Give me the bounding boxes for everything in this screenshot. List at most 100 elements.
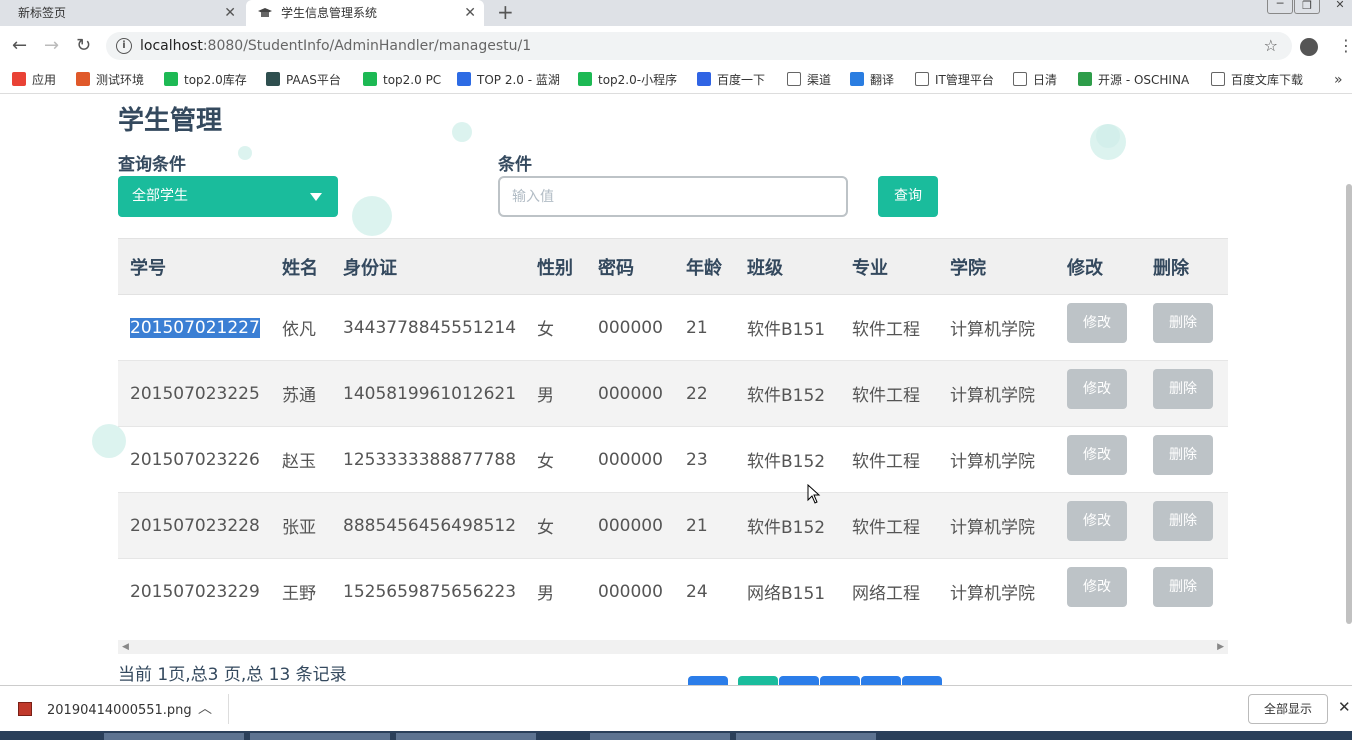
table-cell: 000000 — [586, 558, 674, 625]
column-header: 删除 — [1141, 238, 1228, 295]
table-cell: 女 — [525, 294, 586, 361]
delete-button[interactable]: 删除 — [1153, 369, 1213, 409]
taskbar-item[interactable] — [590, 733, 730, 740]
new-tab-button[interactable]: + — [497, 0, 514, 24]
edit-button[interactable]: 修改 — [1067, 303, 1127, 343]
table-cell: 删除 — [1141, 360, 1228, 427]
table-cell: 201507023229 — [118, 558, 270, 625]
profile-avatar-icon[interactable] — [1300, 38, 1318, 56]
table-cell: 1525659875656223 — [331, 558, 525, 625]
close-shelf-icon[interactable]: ✕ — [1338, 698, 1351, 716]
bookmark-item[interactable]: 翻译 — [850, 66, 894, 94]
edit-button[interactable]: 修改 — [1067, 435, 1127, 475]
download-shelf: 20190414000551.png ︿ 全部显示 ✕ — [0, 685, 1352, 731]
download-filename[interactable]: 20190414000551.png — [47, 686, 192, 736]
site-info-icon[interactable]: i — [116, 38, 132, 54]
delete-button[interactable]: 删除 — [1153, 501, 1213, 541]
query-button[interactable]: 查询 — [878, 176, 938, 217]
taskbar-item[interactable] — [104, 733, 244, 740]
bookmark-item[interactable]: 百度文库下载 — [1211, 66, 1303, 94]
column-header: 班级 — [735, 238, 840, 295]
bookmark-item[interactable]: 测试环境 — [76, 66, 144, 94]
bookmark-star-icon[interactable]: ☆ — [1264, 36, 1278, 55]
cell-text: 计算机学院 — [950, 518, 1035, 538]
tab-new-tab[interactable]: 新标签页 ✕ — [0, 0, 244, 26]
table-cell: 依凡 — [270, 294, 331, 361]
table-cell: 修改 — [1055, 426, 1141, 493]
page-icon — [1013, 72, 1027, 86]
table-cell: 000000 — [586, 492, 674, 559]
pager-button[interactable] — [861, 676, 901, 685]
show-all-downloads-button[interactable]: 全部显示 — [1248, 694, 1328, 724]
back-arrow-icon[interactable]: ← — [12, 36, 27, 56]
cell-text: 张亚 — [282, 518, 316, 538]
cell-text: 000000 — [598, 515, 663, 536]
close-window-button[interactable]: ✕ — [1330, 0, 1350, 14]
more-bookmarks-icon[interactable]: » — [1334, 72, 1343, 88]
table-row: 201507023228 张亚 8885456456498512 女 000000 21 软… — [118, 492, 1228, 559]
edit-button[interactable]: 修改 — [1067, 369, 1127, 409]
select-value: 全部学生 — [132, 188, 188, 204]
address-bar-row: ← → ↻ i localhost:8080/StudentInfo/Admin… — [0, 26, 1352, 66]
student-table: 学号 姓名 身份证 性别 密码 年龄 班级 专业 学院 修改 删除 201507021227 依凡 34… — [118, 238, 1228, 625]
baidu-paw-icon — [697, 72, 711, 86]
bookmark-item[interactable]: IT管理平台 — [915, 66, 994, 94]
table-cell: 男 — [525, 360, 586, 427]
scroll-left-icon[interactable]: ◀ — [122, 640, 129, 654]
delete-button[interactable]: 删除 — [1153, 435, 1213, 475]
taskbar-item[interactable] — [736, 733, 876, 740]
edit-button[interactable]: 修改 — [1067, 567, 1127, 607]
scroll-right-icon[interactable]: ▶ — [1217, 640, 1224, 654]
table-cell: 计算机学院 — [938, 558, 1055, 625]
close-tab-icon[interactable]: ✕ — [464, 0, 476, 26]
chevron-up-icon[interactable]: ︿ — [198, 698, 212, 718]
cell-text: 000000 — [598, 317, 663, 338]
cell-text: 软件工程 — [852, 518, 920, 538]
bookmark-item[interactable]: 应用 — [12, 66, 56, 94]
bookmark-item[interactable]: 百度一下 — [697, 66, 765, 94]
bookmark-item[interactable]: top2.0 PC — [363, 66, 441, 94]
minimize-window-button[interactable]: ─ — [1267, 0, 1293, 14]
pager-button[interactable] — [820, 676, 860, 685]
pager-button[interactable] — [688, 676, 728, 685]
reload-icon[interactable]: ↻ — [76, 36, 91, 56]
cell-text: 软件B152 — [747, 518, 826, 538]
table-cell: 软件工程 — [840, 492, 938, 559]
bookmark-item[interactable]: 日清 — [1013, 66, 1057, 94]
cell-text: 计算机学院 — [950, 452, 1035, 472]
pager-button[interactable] — [779, 676, 819, 685]
bookmark-item[interactable]: PAAS平台 — [266, 66, 341, 94]
table-cell: 21 — [674, 492, 735, 559]
browser-menu-icon[interactable]: ⋮ — [1338, 36, 1352, 56]
u-logo-icon — [76, 72, 90, 86]
cell-text: 1405819961012621 — [343, 383, 517, 404]
delete-button[interactable]: 删除 — [1153, 303, 1213, 343]
forward-arrow-icon[interactable]: → — [44, 36, 59, 56]
pager-button-current[interactable] — [738, 676, 778, 685]
table-cell: 201507023228 — [118, 492, 270, 559]
delete-button[interactable]: 删除 — [1153, 567, 1213, 607]
edit-button[interactable]: 修改 — [1067, 501, 1127, 541]
tab-student-system[interactable]: 学生信息管理系统 ✕ — [246, 0, 484, 26]
query-condition-select[interactable]: 全部学生 — [118, 176, 338, 217]
decorative-bubble — [238, 146, 252, 160]
mouse-cursor-icon — [807, 484, 821, 504]
globe-logo-icon — [266, 72, 280, 86]
taskbar-item[interactable] — [396, 733, 536, 740]
bookmark-label: 测试环境 — [96, 73, 145, 87]
bookmark-item[interactable]: 渠道 — [787, 66, 831, 94]
restore-window-button[interactable]: ❐ — [1294, 0, 1320, 14]
close-tab-icon[interactable]: ✕ — [224, 0, 236, 26]
horizontal-scrollbar[interactable]: ◀ ▶ — [118, 640, 1228, 654]
url-field[interactable]: i localhost:8080/StudentInfo/AdminHandle… — [106, 32, 1292, 60]
condition-input[interactable] — [498, 176, 848, 217]
taskbar-item[interactable] — [250, 733, 390, 740]
bookmark-item[interactable]: TOP 2.0 - 蓝湖 — [457, 66, 560, 94]
bookmark-item[interactable]: 开源 - OSCHINA — [1078, 66, 1189, 94]
vertical-scrollbar[interactable] — [1346, 184, 1352, 624]
pager-button[interactable] — [902, 676, 942, 685]
page-icon — [787, 72, 801, 86]
bookmark-item[interactable]: top2.0-小程序 — [578, 66, 677, 94]
bookmark-item[interactable]: top2.0库存 — [164, 66, 247, 94]
bookmark-label: 百度文库下载 — [1231, 73, 1304, 87]
